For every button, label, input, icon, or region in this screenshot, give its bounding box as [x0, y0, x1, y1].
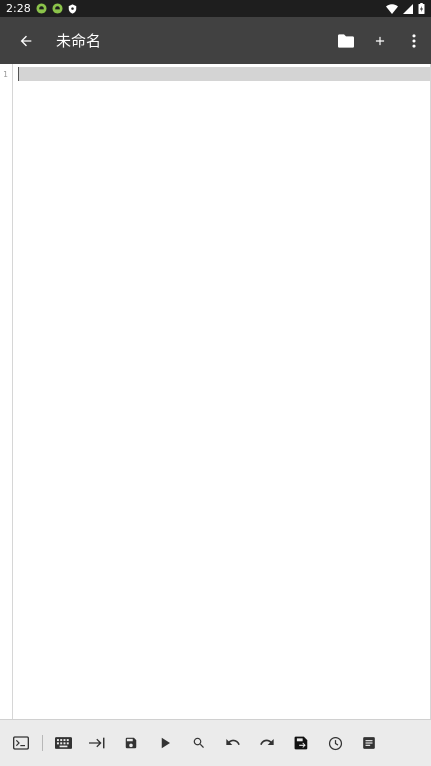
code-editor[interactable]: 1	[0, 64, 431, 719]
text-cursor	[18, 67, 19, 81]
save-as-button[interactable]	[284, 720, 318, 766]
page-title: 未命名	[56, 32, 102, 50]
keyboard-button[interactable]	[46, 720, 80, 766]
save-button[interactable]	[114, 720, 148, 766]
tab-indent-button[interactable]	[80, 720, 114, 766]
signal-icon	[403, 3, 413, 14]
plus-icon	[373, 34, 387, 48]
run-button[interactable]	[148, 720, 182, 766]
tab-indent-icon	[89, 737, 105, 749]
more-vert-icon	[412, 33, 416, 48]
terminal-icon	[13, 736, 29, 750]
redo-icon	[259, 737, 275, 749]
new-file-button[interactable]	[363, 17, 397, 64]
status-time: 2:28	[6, 2, 31, 15]
back-arrow-icon	[18, 33, 34, 49]
android-icon	[36, 3, 47, 14]
toolbar-separator	[42, 735, 43, 751]
open-folder-button[interactable]	[329, 17, 363, 64]
line-number: 1	[3, 70, 8, 79]
android-icon	[52, 3, 63, 14]
run-icon	[160, 737, 171, 749]
folder-icon	[338, 33, 354, 48]
wifi-icon	[386, 3, 398, 14]
terminal-button[interactable]	[4, 720, 38, 766]
battery-icon	[418, 3, 425, 14]
search-button[interactable]	[182, 720, 216, 766]
bottom-toolbar	[0, 719, 431, 766]
document-icon	[362, 736, 376, 750]
back-button[interactable]	[0, 17, 52, 64]
app-bar-actions	[329, 17, 431, 64]
current-line-highlight[interactable]	[18, 67, 430, 81]
status-left: 2:28	[6, 2, 77, 15]
history-icon	[328, 736, 343, 751]
app-bar: 未命名	[0, 17, 431, 64]
status-bar: 2:28	[0, 0, 431, 17]
status-right	[386, 3, 425, 14]
keyboard-icon	[54, 737, 72, 749]
more-options-button[interactable]	[397, 17, 431, 64]
save-as-icon	[294, 736, 309, 750]
line-number-gutter: 1	[0, 64, 13, 719]
history-button[interactable]	[318, 720, 352, 766]
shield-icon	[68, 3, 77, 14]
redo-button[interactable]	[250, 720, 284, 766]
document-button[interactable]	[352, 720, 386, 766]
undo-icon	[225, 737, 241, 749]
save-icon	[124, 736, 138, 750]
search-icon	[192, 736, 206, 750]
undo-button[interactable]	[216, 720, 250, 766]
